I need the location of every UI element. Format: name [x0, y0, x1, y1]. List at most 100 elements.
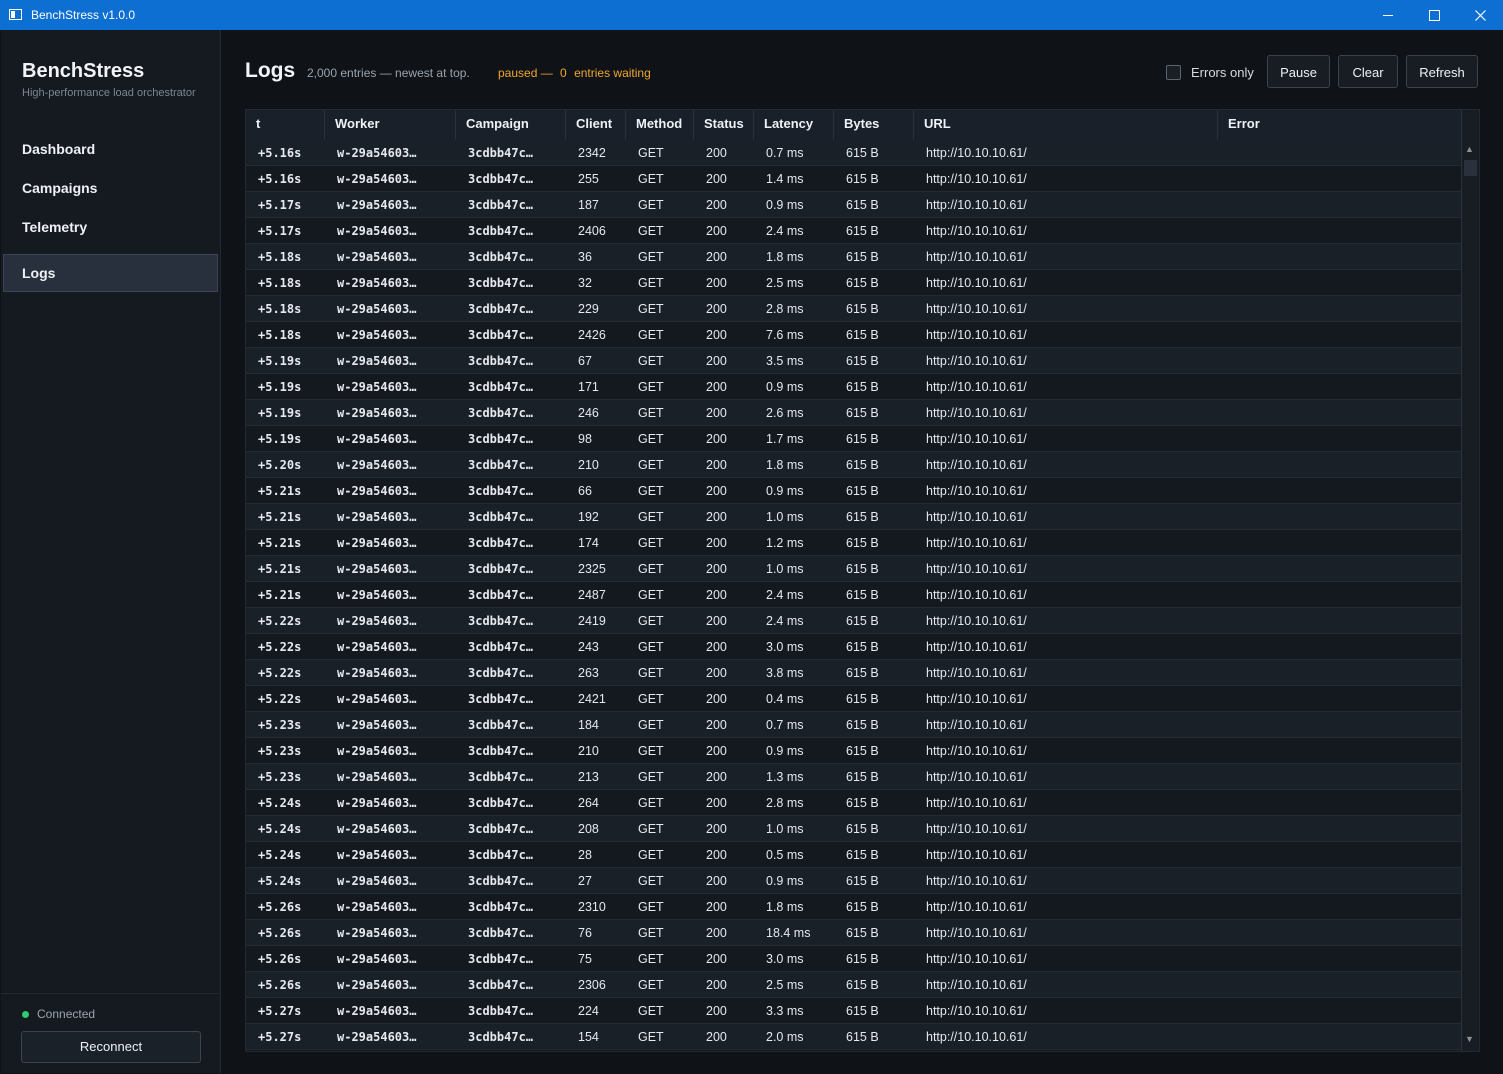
- table-row[interactable]: +5.27s w-29a54603… 3cdbb47c… 154 GET 200 2.0 m…: [246, 1024, 1461, 1050]
- table-row[interactable]: +5.23s w-29a54603… 3cdbb47c… 213 GET 200 1.3 m…: [246, 764, 1461, 790]
- table-row[interactable]: +5.18s w-29a54603… 3cdbb47c… 229 GET 200 2.8 m…: [246, 296, 1461, 322]
- clear-button[interactable]: Clear: [1338, 55, 1398, 88]
- table-row[interactable]: +5.21s w-29a54603… 3cdbb47c… 2325 GET 200 1.0 …: [246, 556, 1461, 582]
- cell-worker: w-29a54603…: [337, 458, 417, 472]
- cell-time: +5.19s: [258, 406, 302, 420]
- minimize-icon: [1383, 14, 1393, 16]
- column-header-status[interactable]: Status: [694, 110, 754, 140]
- table-row[interactable]: +5.26s w-29a54603… 3cdbb47c… 76 GET 200 18.4 m…: [246, 920, 1461, 946]
- cell-time: +5.22s: [258, 614, 302, 628]
- errors-only-checkbox[interactable]: [1166, 65, 1181, 80]
- minimize-button[interactable]: [1365, 0, 1411, 30]
- cell-client: 2325: [578, 562, 606, 576]
- app-body: BenchStress High-performance load orches…: [0, 30, 1503, 1074]
- scrollbar-thumb[interactable]: [1464, 160, 1477, 176]
- cell-worker: w-29a54603…: [337, 172, 417, 186]
- table-row[interactable]: +5.27s w-29a54603… 3cdbb47c… 224 GET 200 3.3 m…: [246, 998, 1461, 1024]
- column-header-worker[interactable]: Worker: [325, 110, 456, 140]
- refresh-button[interactable]: Refresh: [1406, 55, 1478, 88]
- table-row[interactable]: +5.19s w-29a54603… 3cdbb47c… 98 GET 200 1.7 ms…: [246, 426, 1461, 452]
- sidebar-item-telemetry[interactable]: Telemetry: [1, 212, 220, 251]
- cell-status: 200: [706, 900, 727, 914]
- scroll-up-icon[interactable]: ▲: [1465, 144, 1474, 154]
- table-row[interactable]: +5.24s w-29a54603… 3cdbb47c… 27 GET 200 0.9 ms…: [246, 868, 1461, 894]
- table-row[interactable]: +5.22s w-29a54603… 3cdbb47c… 2419 GET 200 2.4 …: [246, 608, 1461, 634]
- table-row[interactable]: +5.24s w-29a54603… 3cdbb47c… 208 GET 200 1.0 m…: [246, 816, 1461, 842]
- table-row[interactable]: +5.22s w-29a54603… 3cdbb47c… 243 GET 200 3.0 m…: [246, 634, 1461, 660]
- table-row[interactable]: +5.26s w-29a54603… 3cdbb47c… 75 GET 200 3.0 ms…: [246, 946, 1461, 972]
- table-row[interactable]: +5.18s w-29a54603… 3cdbb47c… 2426 GET 200 7.6 …: [246, 322, 1461, 348]
- table-row[interactable]: +5.23s w-29a54603… 3cdbb47c… 210 GET 200 0.9 m…: [246, 738, 1461, 764]
- cell-time: +5.26s: [258, 952, 302, 966]
- sidebar-item-campaigns[interactable]: Campaigns: [1, 173, 220, 212]
- sidebar: BenchStress High-performance load orches…: [1, 30, 221, 1073]
- column-header-bytes[interactable]: Bytes: [834, 110, 914, 140]
- cell-client: 264: [578, 796, 599, 810]
- cell-worker: w-29a54603…: [337, 822, 417, 836]
- table-scrollbar[interactable]: ▲ ▼: [1461, 110, 1479, 1051]
- cell-campaign: 3cdbb47c…: [468, 562, 534, 576]
- cell-method: GET: [638, 978, 664, 992]
- cell-latency: 2.5 ms: [766, 276, 804, 290]
- scroll-down-icon[interactable]: ▼: [1465, 1034, 1474, 1044]
- column-header-url[interactable]: URL: [914, 110, 1218, 140]
- cell-bytes: 615 B: [846, 978, 879, 992]
- table-row[interactable]: +5.23s w-29a54603… 3cdbb47c… 184 GET 200 0.7 m…: [246, 712, 1461, 738]
- waiting-count: 0: [560, 66, 567, 80]
- table-row[interactable]: +5.26s w-29a54603… 3cdbb47c… 2310 GET 200 1.8 …: [246, 894, 1461, 920]
- column-header-method[interactable]: Method: [626, 110, 694, 140]
- cell-latency: 2.5 ms: [766, 978, 804, 992]
- column-header-latency[interactable]: Latency: [754, 110, 834, 140]
- cell-bytes: 615 B: [846, 172, 879, 186]
- table-row[interactable]: +5.19s w-29a54603… 3cdbb47c… 67 GET 200 3.5 ms…: [246, 348, 1461, 374]
- sidebar-item-dashboard[interactable]: Dashboard: [1, 134, 220, 173]
- cell-error: [1218, 842, 1461, 867]
- table-row[interactable]: +5.20s w-29a54603… 3cdbb47c… 210 GET 200 1.8 m…: [246, 452, 1461, 478]
- table-row[interactable]: +5.19s w-29a54603… 3cdbb47c… 246 GET 200 2.6 m…: [246, 400, 1461, 426]
- cell-url: http://10.10.10.61/: [926, 406, 1027, 420]
- table-row[interactable]: +5.22s w-29a54603… 3cdbb47c… 263 GET 200 3.8 m…: [246, 660, 1461, 686]
- maximize-button[interactable]: [1411, 0, 1457, 30]
- cell-method: GET: [638, 172, 664, 186]
- column-header-campaign[interactable]: Campaign: [456, 110, 566, 140]
- table-row[interactable]: +5.21s w-29a54603… 3cdbb47c… 2487 GET 200 2.4 …: [246, 582, 1461, 608]
- close-button[interactable]: [1457, 0, 1503, 30]
- table-row[interactable]: +5.21s w-29a54603… 3cdbb47c… 66 GET 200 0.9 ms…: [246, 478, 1461, 504]
- table-row[interactable]: +5.16s w-29a54603… 3cdbb47c… 255 GET 200 1.4 m…: [246, 166, 1461, 192]
- cell-client: 192: [578, 510, 599, 524]
- cell-worker: w-29a54603…: [337, 302, 417, 316]
- table-row[interactable]: +5.24s w-29a54603… 3cdbb47c… 28 GET 200 0.5 ms…: [246, 842, 1461, 868]
- brand-tagline: High-performance load orchestrator: [22, 87, 196, 99]
- cell-error: [1218, 400, 1461, 425]
- cell-method: GET: [638, 900, 664, 914]
- pause-button[interactable]: Pause: [1267, 55, 1330, 88]
- cell-status: 200: [706, 510, 727, 524]
- reconnect-button[interactable]: Reconnect: [21, 1031, 201, 1063]
- cell-client: 75: [578, 952, 592, 966]
- cell-campaign: 3cdbb47c…: [468, 458, 534, 472]
- table-row[interactable]: +5.16s w-29a54603… 3cdbb47c… 2342 GET 200 0.7 …: [246, 140, 1461, 166]
- table-row[interactable]: +5.18s w-29a54603… 3cdbb47c… 32 GET 200 2.5 ms…: [246, 270, 1461, 296]
- table-row[interactable]: +5.19s w-29a54603… 3cdbb47c… 171 GET 200 0.9 m…: [246, 374, 1461, 400]
- table-row[interactable]: +5.17s w-29a54603… 3cdbb47c… 2406 GET 200 2.4 …: [246, 218, 1461, 244]
- table-row[interactable]: +5.21s w-29a54603… 3cdbb47c… 192 GET 200 1.0 m…: [246, 504, 1461, 530]
- column-header-t[interactable]: t: [246, 110, 325, 140]
- cell-campaign: 3cdbb47c…: [468, 146, 534, 160]
- errors-only-toggle[interactable]: Errors only: [1166, 65, 1254, 80]
- table-row[interactable]: +5.17s w-29a54603… 3cdbb47c… 187 GET 200 0.9 m…: [246, 192, 1461, 218]
- table-row[interactable]: +5.21s w-29a54603… 3cdbb47c… 174 GET 200 1.2 m…: [246, 530, 1461, 556]
- cell-error: [1218, 634, 1461, 659]
- table-row[interactable]: +5.26s w-29a54603… 3cdbb47c… 2306 GET 200 2.5 …: [246, 972, 1461, 998]
- sidebar-item-logs[interactable]: Logs: [3, 254, 218, 292]
- column-header-client[interactable]: Client: [566, 110, 626, 140]
- cell-status: 200: [706, 432, 727, 446]
- table-row[interactable]: +5.24s w-29a54603… 3cdbb47c… 264 GET 200 2.8 m…: [246, 790, 1461, 816]
- cell-campaign: 3cdbb47c…: [468, 432, 534, 446]
- cell-time: +5.16s: [258, 146, 302, 160]
- column-header-error[interactable]: Error: [1218, 110, 1461, 140]
- table-row[interactable]: +5.22s w-29a54603… 3cdbb47c… 2421 GET 200 0.4 …: [246, 686, 1461, 712]
- table-row[interactable]: +5.18s w-29a54603… 3cdbb47c… 36 GET 200 1.8 ms…: [246, 244, 1461, 270]
- cell-method: GET: [638, 822, 664, 836]
- cell-client: 2310: [578, 900, 606, 914]
- cell-campaign: 3cdbb47c…: [468, 1030, 534, 1044]
